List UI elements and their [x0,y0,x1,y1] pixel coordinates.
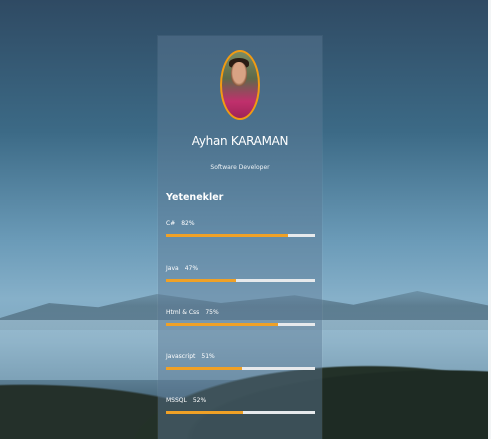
skill-percent: 52% [192,397,207,404]
skill-label: Java 47% [166,264,315,274]
skill-progress-bar [166,411,315,414]
avatar-photo [220,50,260,120]
skill-item: Javascript 51% [166,352,315,370]
skill-progress-bar [166,367,315,370]
skill-progress-fill [166,323,278,326]
skill-name: Javascript [166,353,196,360]
skill-percent: 51% [201,353,215,360]
skill-label: Javascript 51% [166,352,315,362]
skill-progress-bar [166,279,315,282]
skill-progress-fill [166,411,244,414]
skill-progress-fill [166,367,242,370]
avatar [220,50,260,120]
profile-name: Ayhan KARAMAN [191,134,289,148]
skills-heading: Yetenekler [166,192,224,203]
skill-name: C# [166,220,176,227]
avatar-face [231,62,247,86]
profile-card: Ayhan KARAMAN Software Developer Yetenek… [158,36,322,439]
skill-label: MSSQL 52% [166,396,315,406]
skill-item: MSSQL 52% [166,396,315,414]
skill-item: C# 82% [166,219,315,237]
skill-progress-bar [166,323,315,326]
skill-item: Html & Css 75% [166,308,315,326]
skill-label: Html & Css 75% [166,308,315,318]
skill-percent: 75% [205,309,219,316]
skill-name: Java [166,265,179,272]
skill-progress-fill [166,279,237,282]
skill-name: Html & Css [166,309,200,316]
skill-progress-bar [166,234,315,237]
profile-role: Software Developer [210,164,270,171]
skill-label: C# 82% [166,219,315,229]
skill-percent: 82% [181,220,195,227]
skill-name: MSSQL [166,397,187,404]
skill-percent: 47% [184,265,199,272]
skill-progress-fill [166,234,289,237]
skill-item: Java 47% [166,264,315,282]
